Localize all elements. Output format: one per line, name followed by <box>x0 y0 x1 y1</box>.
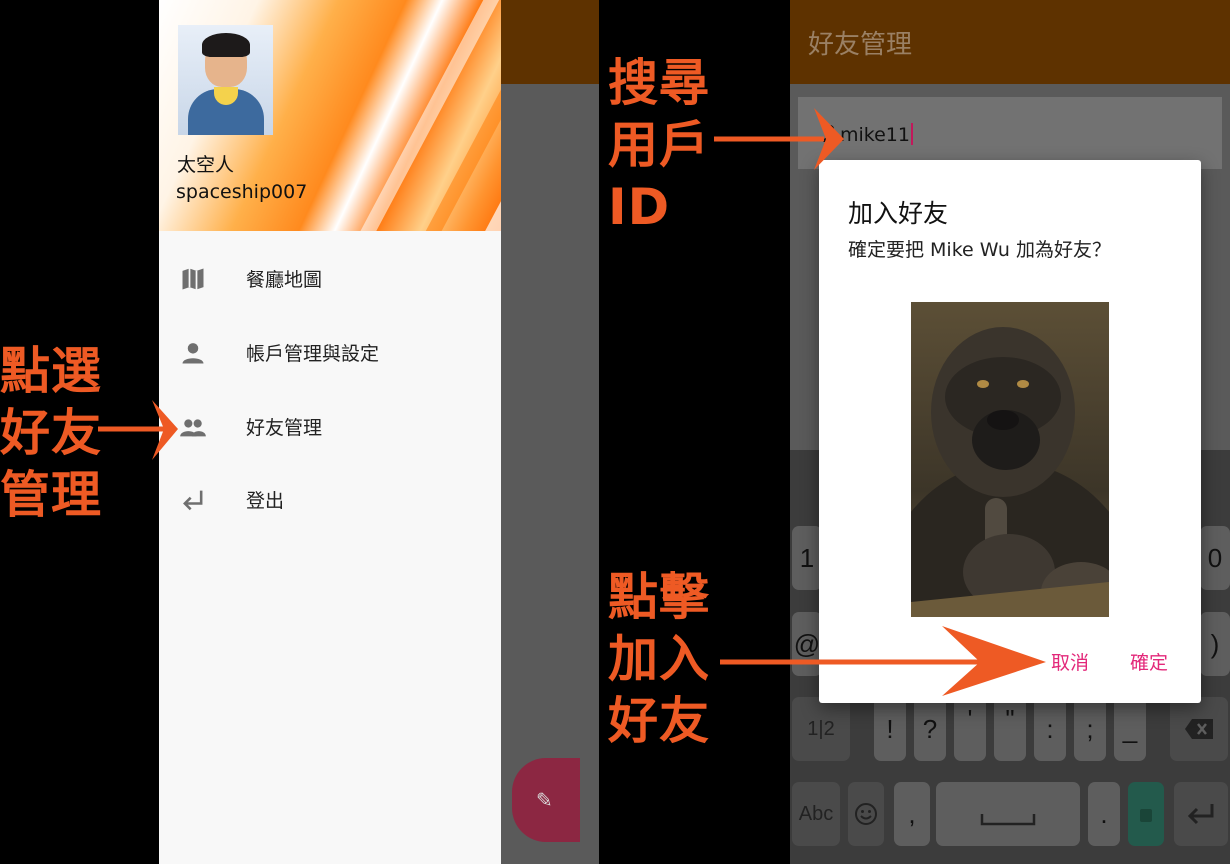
search-value: mike11 <box>840 123 913 146</box>
annotation-select-friend-management: 點選 好友 管理 <box>0 342 102 524</box>
key-abc[interactable]: Abc <box>792 782 840 846</box>
key[interactable]: : <box>1034 697 1066 761</box>
pencil-icon: ✎ <box>536 788 553 812</box>
key-symbol-page[interactable]: 1|2 <box>792 697 850 761</box>
drawer-item-account-settings[interactable]: 帳戶管理與設定 <box>159 323 501 383</box>
profile-user-id: spaceship007 <box>176 181 308 203</box>
search-action-icon <box>1140 809 1152 822</box>
key[interactable]: ; <box>1074 697 1106 761</box>
drawer-item-restaurant-map[interactable]: 餐廳地圖 <box>159 249 501 309</box>
drawer-item-label: 好友管理 <box>246 417 323 439</box>
space-key[interactable] <box>936 782 1080 846</box>
logout-arrow-icon <box>183 490 203 511</box>
backspace-icon <box>1185 719 1213 739</box>
friend-avatar-image <box>911 302 1109 617</box>
key[interactable]: 0 <box>1200 526 1230 590</box>
key[interactable]: ! <box>874 697 906 761</box>
search-action-key[interactable] <box>1128 782 1164 846</box>
key[interactable]: ) <box>1200 612 1230 676</box>
backspace-key[interactable] <box>1170 697 1228 761</box>
key[interactable]: , <box>894 782 930 846</box>
avatar[interactable] <box>178 25 273 135</box>
key[interactable]: _ <box>1114 697 1146 761</box>
confirm-button[interactable]: 確定 <box>1130 648 1168 675</box>
annotation-arrow-search <box>714 108 844 170</box>
drawer-item-friend-management[interactable]: 好友管理 <box>159 397 501 457</box>
emoji-key[interactable] <box>848 782 884 846</box>
app-bar-behind-drawer <box>501 0 599 84</box>
key[interactable]: " <box>994 697 1026 761</box>
profile-name: 太空人 <box>177 154 235 176</box>
enter-key[interactable] <box>1174 782 1228 846</box>
drawer-item-label: 登出 <box>246 490 285 512</box>
cancel-button[interactable]: 取消 <box>1051 648 1089 675</box>
drawer-item-label: 餐廳地圖 <box>246 269 323 291</box>
drawer-item-label: 帳戶管理與設定 <box>246 343 380 365</box>
key[interactable]: 1 <box>792 526 822 590</box>
key[interactable]: . <box>1088 782 1120 846</box>
key[interactable]: ? <box>914 697 946 761</box>
enter-arrow-icon <box>1187 804 1214 825</box>
drawer-header: 太空人 spaceship007 <box>159 0 501 231</box>
person-icon <box>182 343 204 364</box>
annotation-arrow-dialog <box>720 626 1046 696</box>
edit-fab-button[interactable]: ✎ <box>512 758 580 842</box>
annotation-arrow-left <box>98 400 178 460</box>
emoji-icon <box>855 803 877 825</box>
key[interactable]: ' <box>954 697 986 761</box>
dialog-title: 加入好友 <box>848 199 949 228</box>
dialog-message: 確定要把 Mike Wu 加為好友？ <box>848 239 1111 261</box>
annotation-search-user-id: 搜尋 用戶 ID <box>608 54 710 236</box>
drawer-scrim[interactable] <box>501 0 599 864</box>
map-icon <box>182 268 204 290</box>
people-icon <box>180 419 206 437</box>
drawer-item-logout[interactable]: 登出 <box>159 470 501 530</box>
page-title: 好友管理 <box>808 30 913 60</box>
search-input[interactable]: mike11 <box>798 97 1222 169</box>
annotation-click-add-friend: 點擊 加入 好友 <box>608 568 710 750</box>
space-bar-icon <box>980 814 1036 826</box>
